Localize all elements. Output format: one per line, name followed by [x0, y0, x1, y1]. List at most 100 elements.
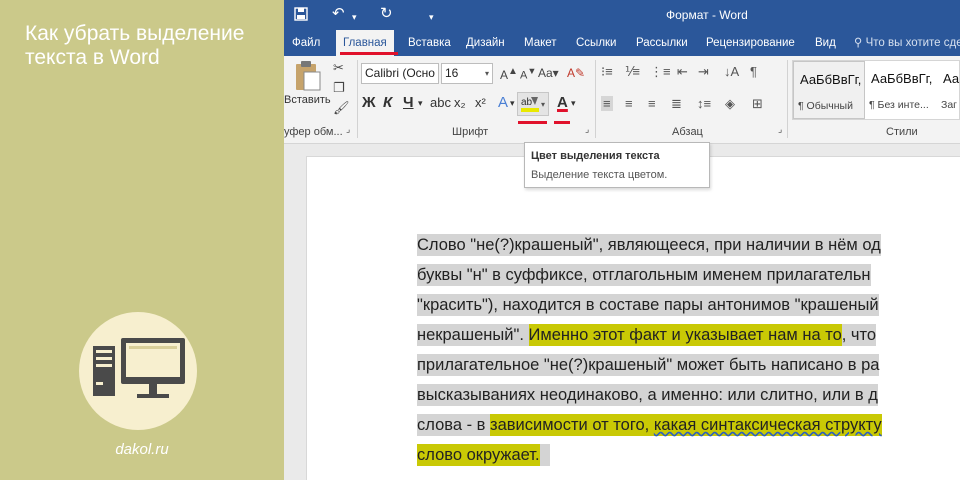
text-highlight-color-button[interactable]: ab ▾ — [517, 92, 549, 116]
tab-design[interactable]: Дизайн — [466, 30, 505, 56]
doc-line: "красить"), находится в составе пары ант… — [417, 290, 879, 320]
tab-file[interactable]: Файл — [290, 30, 322, 56]
tooltip-title: Цвет выделения текста — [531, 150, 660, 162]
title-bar: ↶ ▾ ↻ ▾ Формат - Word — [284, 0, 960, 30]
doc-line: буквы "н" в суффиксе, отглагольным имене… — [417, 260, 871, 290]
strikethrough-button[interactable]: abc — [430, 93, 451, 113]
tab-mailings[interactable]: Рассылки — [636, 30, 688, 56]
tab-view[interactable]: Вид — [815, 30, 836, 56]
italic-button[interactable]: К — [383, 93, 392, 113]
align-left-icon[interactable]: ≡ — [601, 96, 613, 111]
tab-references[interactable]: Ссылки — [576, 30, 617, 56]
underline-button[interactable]: Ч — [403, 93, 414, 113]
line-segment — [539, 444, 550, 466]
tab-layout[interactable]: Макет — [524, 30, 557, 56]
style-name: Заг — [941, 99, 958, 111]
document-title: Формат - Word — [666, 8, 748, 22]
style-sample: АаБбВвГг, — [871, 71, 933, 86]
doc-line: Слово "не(?)крашеный", являющееся, при н… — [417, 230, 881, 260]
font-group-label: Шрифт — [452, 126, 489, 138]
paragraph-launcher-icon[interactable]: ⌟ — [778, 124, 782, 135]
font-color-red-underline — [554, 121, 570, 124]
show-formatting-marks-icon[interactable]: ¶ — [750, 64, 757, 79]
style-heading[interactable]: АаБбВ Заг — [937, 61, 960, 119]
grow-font-icon[interactable]: A▲ — [500, 66, 518, 82]
copy-icon[interactable]: ❐ — [333, 80, 345, 96]
doc-line: слова - в зависимости от того, какая син… — [417, 410, 882, 440]
borders-icon[interactable]: ⊞ — [752, 96, 763, 112]
document-page[interactable]: Слово "не(?)крашеный", являющееся, при н… — [306, 156, 960, 480]
clipboard-group-label: уфер обм... — [284, 126, 343, 138]
style-no-spacing[interactable]: АаБбВвГг, ¶ Без инте... — [865, 61, 937, 119]
line-segment: слова - в — [417, 414, 491, 436]
article-banner: Как убрать выделение текста в Word dakol… — [0, 0, 284, 480]
format-painter-icon[interactable]: 🖌 — [333, 100, 350, 116]
align-center-icon[interactable]: ≡ — [625, 96, 633, 111]
line-segment: "красить"), находится в составе пары ант… — [417, 294, 879, 316]
font-color-dropdown-icon[interactable]: ▾ — [571, 93, 576, 113]
text-effects-icon[interactable]: A — [498, 93, 508, 113]
align-right-icon[interactable]: ≡ — [648, 96, 656, 111]
line-segment: высказываниях неодинаково, а именно: или… — [417, 384, 878, 406]
superscript-button[interactable]: x² — [475, 93, 486, 113]
highlighted-segment: какая синтаксическая структу — [653, 414, 882, 436]
tab-insert[interactable]: Вставка — [408, 30, 451, 56]
line-spacing-icon[interactable]: ↕≡ — [697, 96, 711, 111]
document-area: Слово "не(?)крашеный", являющееся, при н… — [284, 144, 960, 480]
separator — [595, 60, 596, 138]
doc-line: слово окружает. — [417, 440, 550, 470]
shrink-font-icon[interactable]: A▼ — [520, 66, 536, 82]
numbering-icon[interactable]: ⅟≡ — [625, 64, 640, 80]
site-name: dakol.ru — [115, 441, 169, 458]
line-segment: , что — [841, 324, 877, 346]
sort-icon[interactable]: ↓A — [724, 64, 739, 79]
multilevel-list-icon[interactable]: ⋮≡ — [650, 64, 671, 80]
highlight-red-underline — [518, 121, 547, 124]
bullets-icon[interactable]: ⁝≡ — [601, 64, 613, 80]
clear-formatting-icon[interactable]: A✎ — [567, 66, 585, 80]
highlighted-segment: Именно этот факт и указывает нам на то — [528, 324, 842, 346]
increase-indent-icon[interactable]: ⇥ — [698, 64, 709, 80]
highlighted-segment: зависимости от того, — [490, 414, 654, 436]
style-normal[interactable]: АаБбВвГг, ¶ Обычный — [793, 61, 865, 119]
doc-line: высказываниях неодинаково, а именно: или… — [417, 380, 878, 410]
save-icon[interactable] — [294, 4, 308, 27]
justify-icon[interactable]: ≣ — [671, 96, 682, 112]
tooltip-description: Выделение текста цветом. — [531, 169, 668, 181]
line-segment: буквы "н" в суффиксе, отглагольным имене… — [417, 264, 871, 286]
clipboard-launcher-icon[interactable]: ⌟ — [346, 124, 350, 135]
doc-line: прилагательное "не(?)крашеный" может быт… — [417, 350, 880, 380]
style-sample: АаБбВ — [943, 71, 960, 86]
text-effects-dropdown-icon[interactable]: ▾ — [510, 93, 515, 113]
bold-button[interactable]: Ж — [362, 93, 376, 113]
font-size-combo[interactable]: 16 ▾ — [441, 63, 493, 84]
cut-icon[interactable]: ✂ — [333, 60, 344, 76]
font-name-combo[interactable]: Calibri (Осно — [361, 63, 439, 84]
line-segment: Слово "не(?)крашеный", являющееся, при н… — [417, 234, 881, 256]
lightbulb-icon: ⚲ — [854, 37, 866, 49]
underline-dropdown-icon[interactable]: ▾ — [418, 93, 423, 113]
customize-toolbar-icon[interactable]: ▾ — [429, 7, 434, 27]
font-size-value: 16 — [445, 66, 459, 80]
shading-icon[interactable]: ◈ — [725, 96, 735, 112]
undo-icon[interactable]: ↶ — [332, 4, 345, 24]
subscript-button[interactable]: x₂ — [454, 93, 466, 113]
computer-logo — [79, 312, 197, 430]
decrease-indent-icon[interactable]: ⇤ — [677, 64, 688, 80]
article-title: Как убрать выделение текста в Word — [25, 22, 245, 69]
home-tab-underline — [340, 52, 398, 55]
paste-button[interactable] — [290, 60, 324, 92]
redo-icon[interactable]: ↻ — [380, 4, 393, 24]
font-color-button[interactable]: A — [557, 93, 568, 113]
separator — [787, 60, 788, 138]
highlighted-segment: слово окружает. — [417, 444, 540, 466]
tell-me-text: Что вы хотите сде — [865, 37, 960, 49]
undo-dropdown-icon[interactable]: ▾ — [352, 7, 357, 27]
tell-me-box[interactable]: ⚲ Что вы хотите сде — [854, 30, 960, 56]
style-name: ¶ Обычный — [798, 100, 853, 112]
font-launcher-icon[interactable]: ⌟ — [585, 124, 589, 135]
style-sample: АаБбВвГг, — [800, 72, 862, 87]
change-case-icon[interactable]: Aa▾ — [538, 66, 559, 80]
paragraph-group-label: Абзац — [672, 126, 703, 138]
tab-review[interactable]: Рецензирование — [706, 30, 795, 56]
